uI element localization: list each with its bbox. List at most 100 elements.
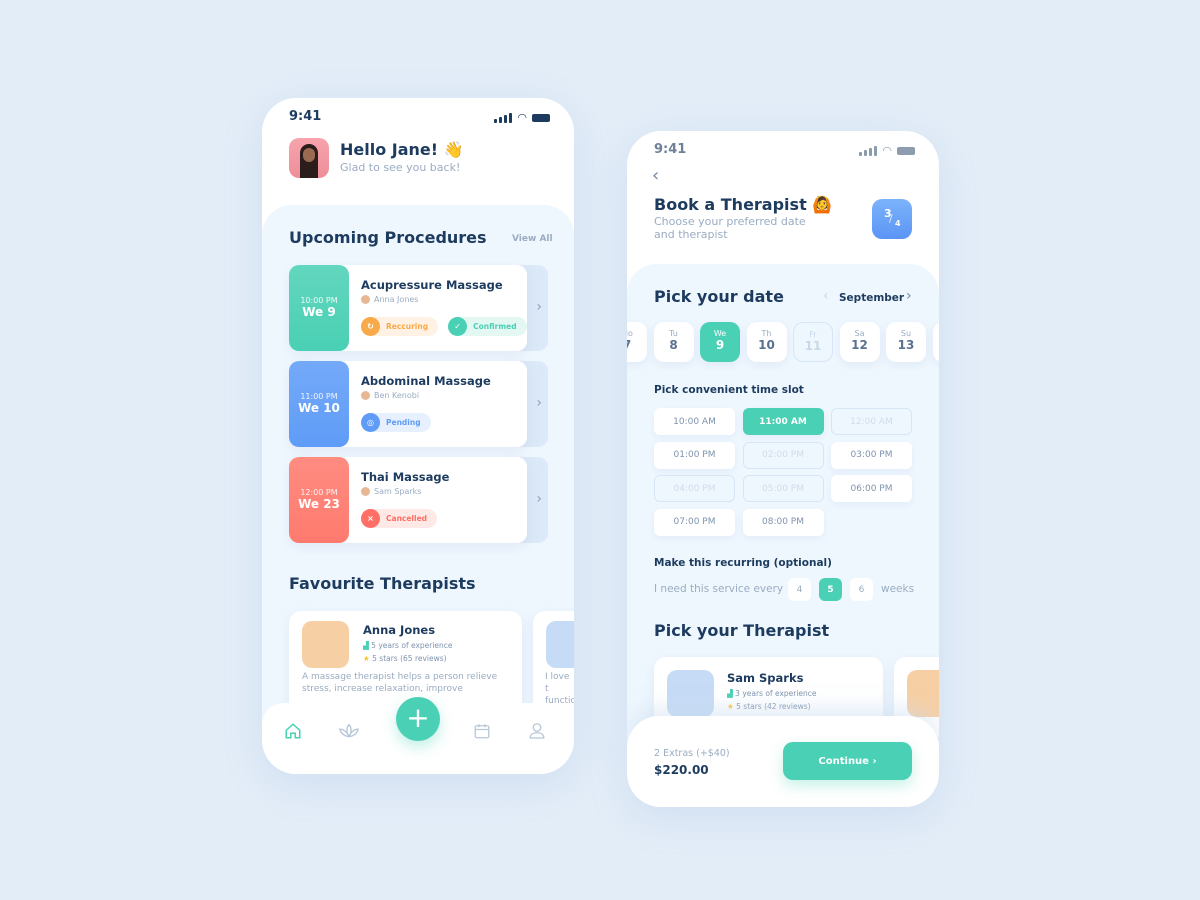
procedure-therapist: Sam Sparks [361, 487, 421, 496]
date-chip[interactable]: Mo7 [627, 322, 647, 362]
procedure-therapist: Ben Kenobi [361, 391, 419, 400]
greeting-subtitle: Glad to see you back! [340, 161, 461, 174]
date-chip[interactable]: Mo14 [932, 322, 939, 362]
chevron-right-icon[interactable]: › [536, 299, 542, 315]
badge-icon: ◎ [361, 413, 380, 432]
status-badge: ↻ Reccuring [361, 317, 439, 336]
weeks-option[interactable]: 4 [788, 578, 811, 601]
chevron-left-icon: ‹ [823, 288, 829, 304]
battery-icon [897, 146, 915, 155]
badge-icon: ↻ [361, 317, 380, 336]
avatar [361, 391, 370, 400]
status-badge: × Cancelled [361, 509, 438, 528]
time-slot[interactable]: 08:00 PM [742, 508, 824, 536]
status-badge: ✓ Confirmed [448, 317, 527, 336]
booking-screen: 9:41 ◠ ‹ Book a Therapist 🙆 Choose your … [627, 131, 939, 807]
therapist-name: Sam Sparks [727, 671, 804, 685]
procedure-date: 10:00 PM We 9 [289, 265, 349, 351]
time-slot[interactable]: 03:00 PM [831, 441, 912, 469]
total-price: $220.00 [654, 763, 709, 777]
recurring-title: Make this recurring (optional) [654, 557, 832, 569]
month-label: September [839, 292, 905, 304]
recurring-prefix: I need this service every [654, 583, 784, 595]
badge-icon: ✓ [448, 317, 468, 336]
back-button[interactable]: ‹ [652, 165, 659, 186]
time-slot[interactable]: 05:00 PM [742, 475, 824, 502]
time-slot[interactable]: 02:00 PM [742, 441, 824, 469]
extras-label: 2 Extras (+$40) [654, 748, 730, 759]
add-button[interactable]: + [396, 697, 440, 741]
therapist-rating: 5 stars (65 reviews) [372, 654, 447, 663]
home-screen: 9:41 ◠ Hello Jane! 👋 Glad to see you bac… [262, 98, 574, 774]
next-month-button[interactable]: › [906, 288, 912, 304]
greeting: Hello Jane! 👋 [340, 140, 464, 159]
page-subtitle: Choose your preferred date and therapist [654, 215, 806, 241]
time-slot[interactable]: 06:00 PM [831, 475, 912, 502]
date-chip[interactable]: Tu 8 [653, 322, 694, 362]
avatar [361, 487, 370, 496]
status-time: 9:41 [654, 142, 687, 157]
continue-button[interactable]: Continue › [783, 742, 912, 780]
procedure-date: 12:00 PM We 23 [289, 457, 349, 543]
weeks-option[interactable]: 5 [819, 578, 842, 601]
date-chip[interactable]: Th 10 [746, 322, 787, 362]
date-chip[interactable]: We 9 [700, 322, 740, 362]
time-slot[interactable]: 04:00 PM [654, 475, 735, 502]
recurring-suffix: weeks [881, 583, 915, 595]
date-chip[interactable]: Fr 11 [793, 322, 833, 362]
badge-icon: × [361, 509, 380, 528]
procedure-name: Acupressure Massage [361, 278, 503, 292]
continue-label: Continue › [818, 755, 877, 767]
therapist-bio: A massage therapist helps a person relie… [302, 672, 498, 694]
procedure-card[interactable]: 11:00 PM We 10 Abdominal Massage Ben Keno… [289, 361, 548, 447]
therapist-photo [667, 670, 714, 717]
chevron-left-icon: ‹ [652, 165, 660, 186]
time-slot[interactable]: 12:00 AM [831, 408, 912, 435]
chart-icon: ▟ [727, 689, 733, 698]
content-panel: Upcoming Procedures View All 10:00 PM We … [262, 205, 574, 774]
wifi-icon: ◠ [882, 144, 892, 157]
procedure-card[interactable]: 12:00 PM We 23 Thai Massage Sam Sparks × C… [289, 457, 548, 543]
therapist-title: Pick your Therapist [654, 621, 830, 640]
avatar[interactable] [289, 138, 329, 178]
wifi-icon: ◠ [517, 111, 527, 124]
favourites-title: Favourite Therapists [289, 574, 476, 593]
prev-month-button[interactable]: ‹ [823, 288, 829, 304]
star-icon: ★ [727, 702, 734, 711]
calendar-icon[interactable] [473, 722, 491, 740]
view-all-link[interactable]: View All [512, 234, 553, 244]
procedure-card[interactable]: 10:00 PM We 9 Acupressure Massage Anna Jo… [289, 265, 548, 351]
therapist-name: Anna Jones [363, 623, 436, 637]
therapist-bio: I love t functio [545, 672, 574, 706]
therapist-photo [907, 670, 939, 717]
time-slot[interactable]: 10:00 AM [654, 408, 735, 435]
therapist-photo [546, 621, 574, 668]
time-slot[interactable]: 01:00 PM [654, 441, 735, 469]
therapist-photo [302, 621, 349, 668]
signal-icon [494, 112, 513, 123]
avatar [361, 295, 370, 304]
chevron-right-icon: › [906, 288, 912, 304]
date-chip[interactable]: Su 13 [886, 322, 926, 362]
status-time: 9:41 [289, 109, 322, 124]
step-badge: 3 / 4 [872, 199, 912, 239]
page-title: Book a Therapist 🙆 [654, 195, 833, 214]
status-badge: ◎ Pending [361, 413, 431, 432]
chart-icon: ▟ [363, 641, 369, 650]
procedure-name: Abdominal Massage [361, 374, 491, 388]
therapist-rating: 5 stars (42 reviews) [736, 702, 811, 711]
time-slot[interactable]: 07:00 PM [654, 508, 735, 536]
lotus-icon[interactable] [338, 723, 360, 739]
date-title: Pick your date [654, 287, 784, 306]
time-slot[interactable]: 11:00 AM [742, 408, 824, 435]
status-icons: ◠ [859, 144, 915, 157]
date-chip[interactable]: Sa 12 [839, 322, 880, 362]
chevron-right-icon[interactable]: › [536, 491, 542, 507]
home-icon[interactable] [284, 722, 302, 740]
user-icon[interactable] [528, 721, 546, 740]
weeks-option[interactable]: 6 [850, 578, 873, 601]
upcoming-title: Upcoming Procedures [289, 228, 487, 247]
checkout-bar: 2 Extras (+$40) $220.00 Continue › [627, 716, 939, 807]
star-icon: ★ [363, 654, 370, 663]
chevron-right-icon[interactable]: › [536, 395, 542, 411]
